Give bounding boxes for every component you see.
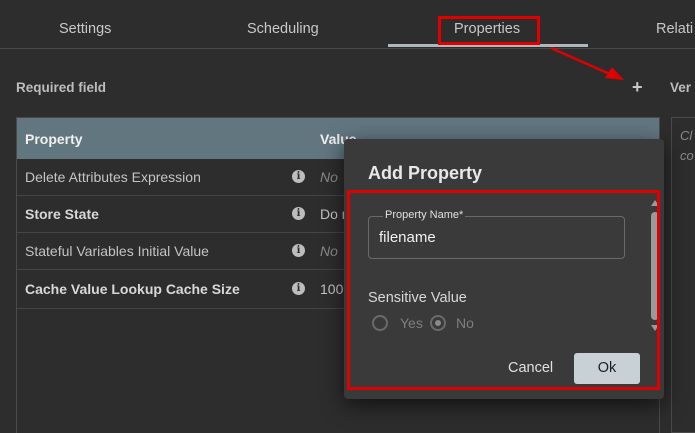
info-icon[interactable]: i — [292, 207, 305, 220]
property-value[interactable]: No — [320, 169, 338, 185]
property-value[interactable]: No — [320, 243, 338, 259]
side-panel — [671, 117, 695, 433]
property-name: Store State — [25, 206, 99, 222]
dialog-content-highlight — [347, 190, 660, 390]
property-name: Stateful Variables Initial Value — [25, 243, 209, 259]
property-value[interactable]: 100 — [320, 281, 343, 297]
dialog-title: Add Property — [368, 163, 483, 183]
column-header-property[interactable]: Property — [25, 131, 83, 147]
side-panel-text: Cl — [680, 128, 693, 143]
side-panel-text: co — [680, 148, 694, 163]
info-icon[interactable]: i — [292, 282, 305, 295]
property-name: Cache Value Lookup Cache Size — [25, 281, 240, 297]
info-icon[interactable]: i — [292, 170, 305, 183]
property-name: Delete Attributes Expression — [25, 169, 201, 185]
info-icon[interactable]: i — [292, 244, 305, 257]
